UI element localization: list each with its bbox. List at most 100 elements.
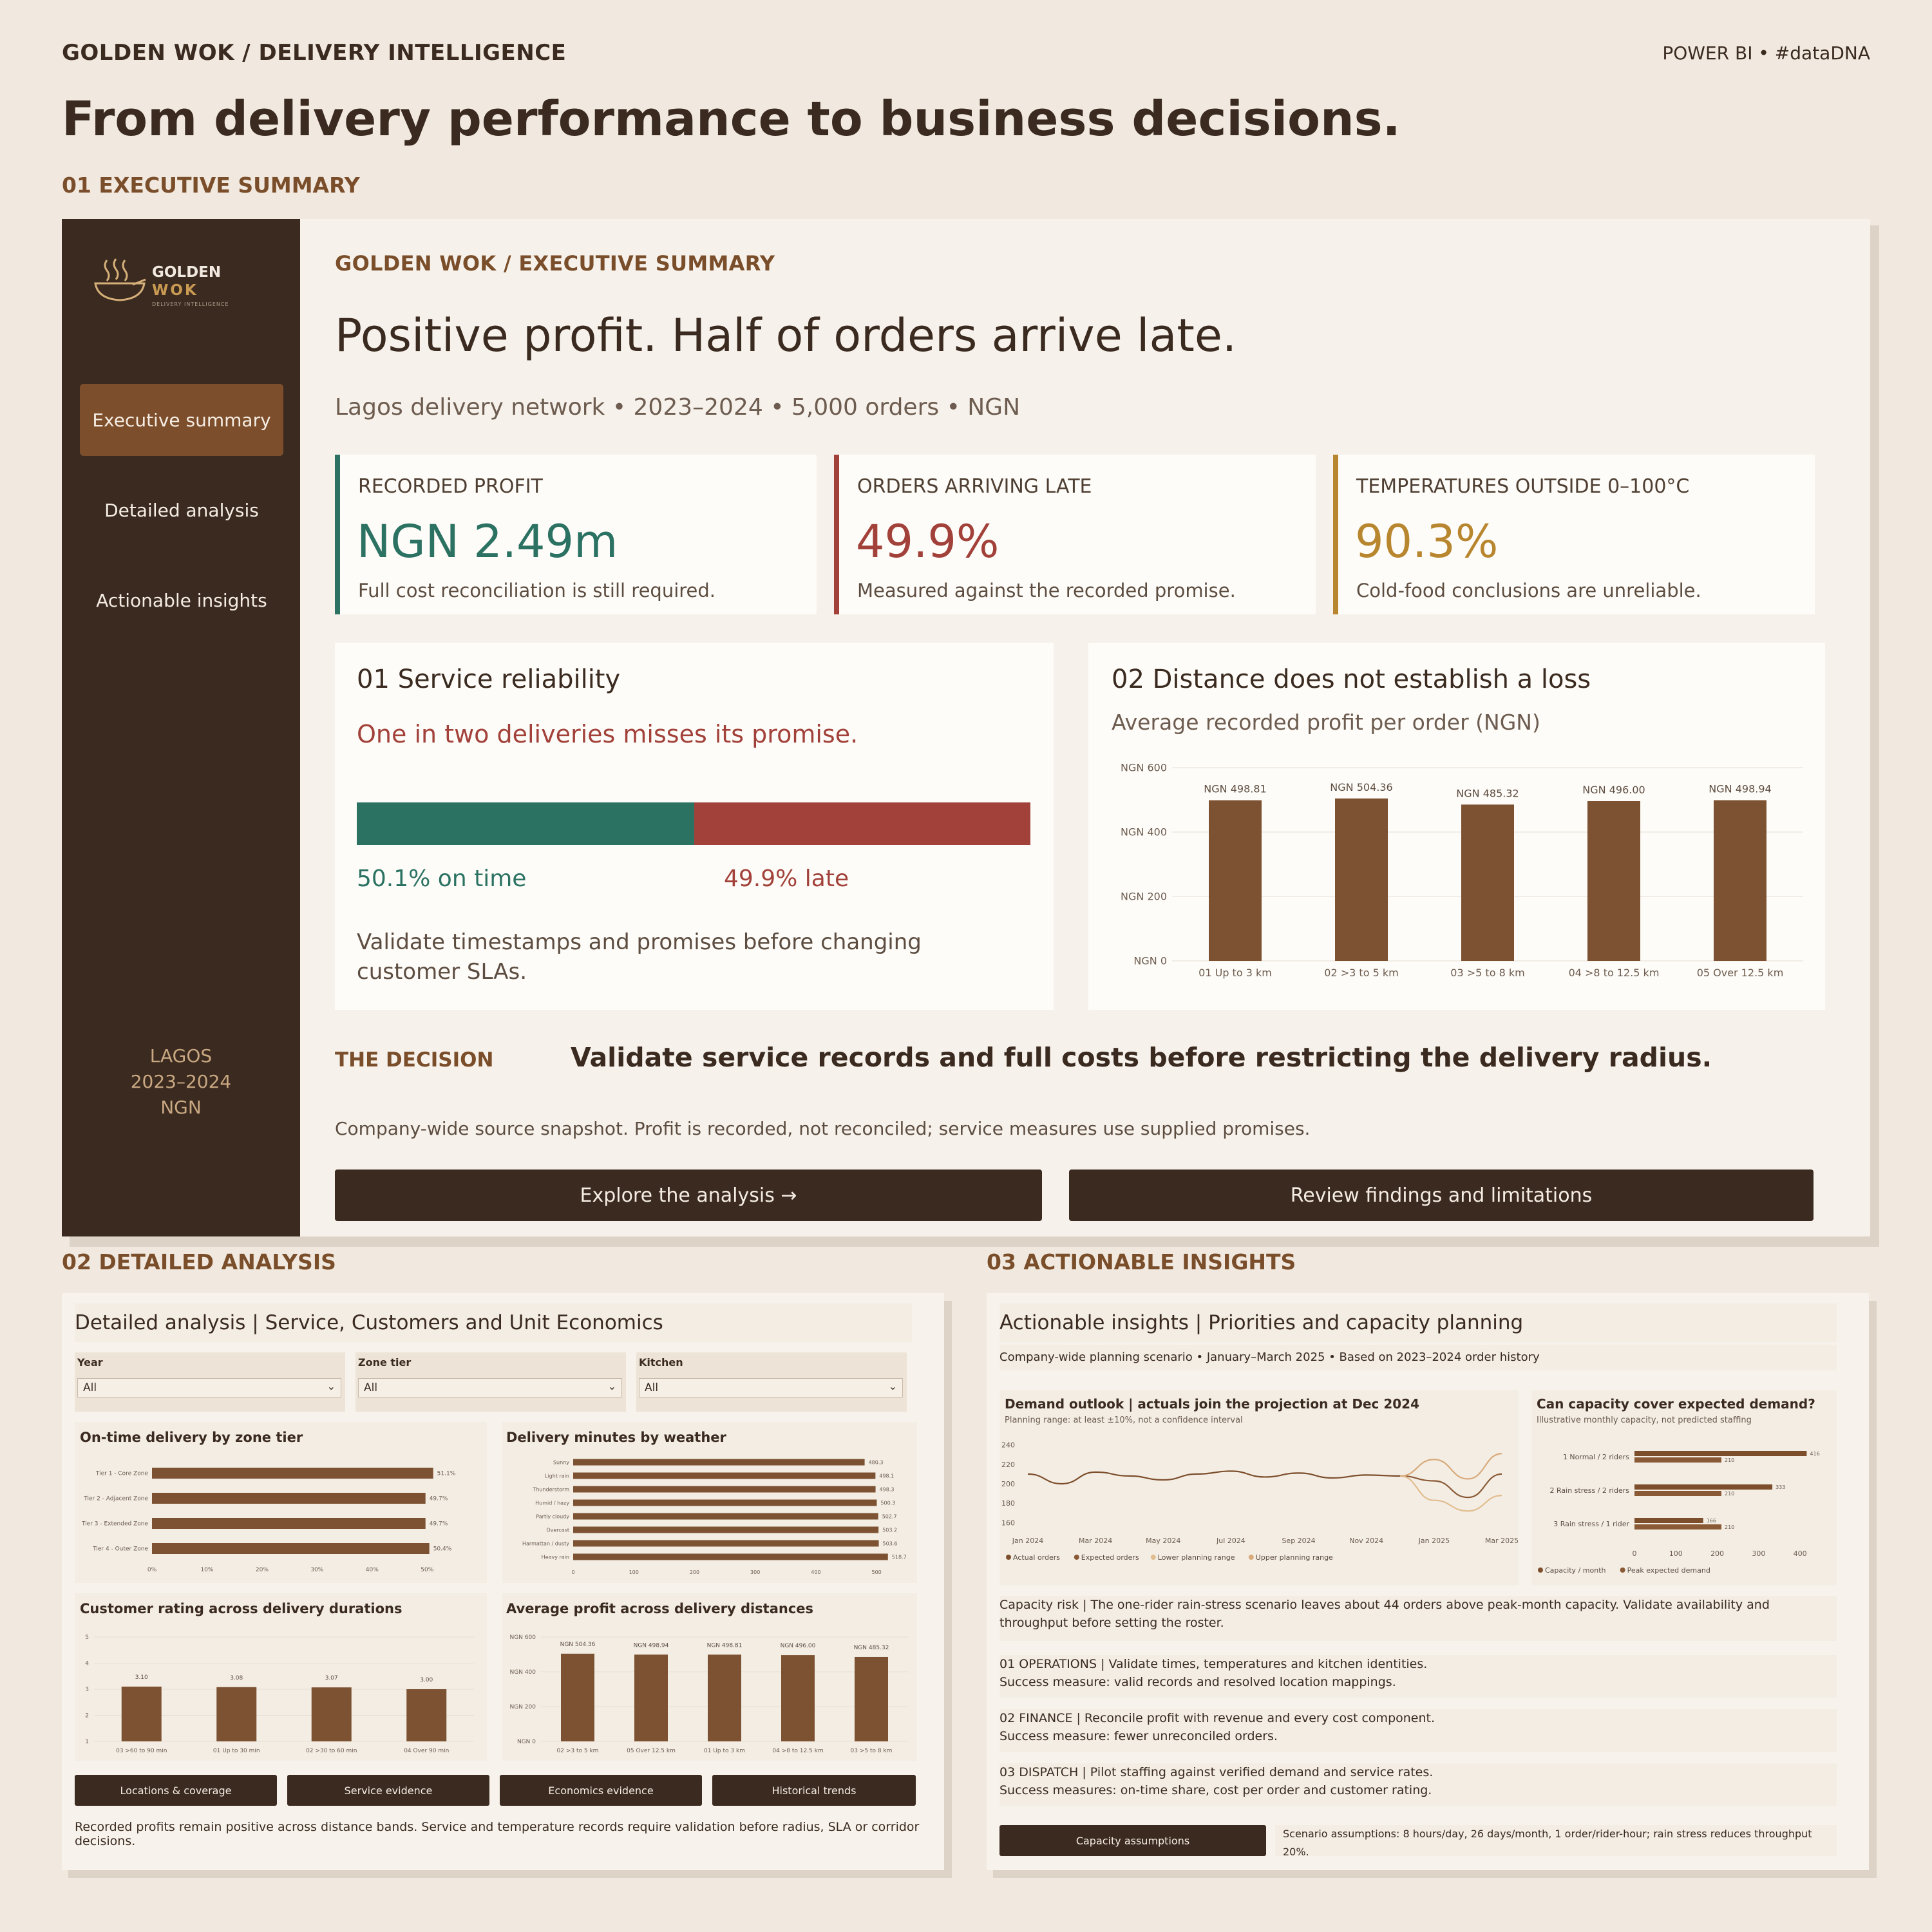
tile-profit-distance: Average profit across delivery distances…	[502, 1593, 917, 1761]
bar	[152, 1468, 433, 1479]
action-dispatch: 03 DISPATCH | Pilot staffing against ver…	[999, 1763, 1837, 1806]
bar	[573, 1526, 879, 1533]
x-tick-label: 500	[872, 1569, 882, 1575]
explore-analysis-button[interactable]: Explore the analysis →	[335, 1170, 1042, 1221]
bar	[708, 1654, 741, 1741]
scenario-assumptions-text: Scenario assumptions: 8 hours/day, 26 da…	[1275, 1825, 1837, 1858]
category-label: 3 Rain stress / 1 rider	[1553, 1520, 1629, 1528]
nav-executive-summary[interactable]: Executive summary	[80, 384, 283, 456]
x-tick-label: 04 Over 90 min	[404, 1748, 449, 1754]
category-label: Tier 3 - Extended Zone	[81, 1521, 148, 1528]
x-tick-label: 0	[571, 1569, 574, 1575]
detail-title: Detailed analysis | Service, Customers a…	[75, 1303, 912, 1342]
bar	[1634, 1457, 1721, 1463]
category-label: Tier 4 - Outer Zone	[92, 1546, 148, 1553]
category-label: Sunny	[553, 1460, 569, 1466]
service-evidence-button[interactable]: Service evidence	[287, 1775, 489, 1806]
page-headline: From delivery performance to business de…	[62, 91, 1401, 147]
data-label: 503.2	[882, 1528, 897, 1533]
exec-breadcrumb: GOLDEN WOK / EXECUTIVE SUMMARY	[335, 251, 775, 276]
locations-coverage-button[interactable]: Locations & coverage	[75, 1775, 277, 1806]
x-tick-label: 01 Up to 3 km	[1198, 967, 1272, 979]
nav-actionable-insights[interactable]: Actionable insights	[80, 564, 283, 636]
x-tick-label: 300	[1752, 1549, 1765, 1558]
distance-title: 02 Distance does not establish a loss	[1112, 665, 1591, 694]
y-tick-label: 3	[85, 1687, 89, 1693]
legend-swatch	[1538, 1567, 1543, 1573]
data-label: 50.4%	[433, 1546, 452, 1553]
distance-card: 02 Distance does not establish a loss Av…	[1088, 643, 1825, 1010]
sidebar-footer-city: LAGOS	[149, 1045, 213, 1066]
tile-title: Average profit across delivery distances	[506, 1601, 814, 1616]
section-label-detail: 02 DETAILED ANALYSIS	[62, 1249, 336, 1274]
bar	[634, 1654, 668, 1741]
y-tick-label: NGN 0	[517, 1739, 536, 1745]
data-label: 480.3	[869, 1460, 884, 1466]
slicer-zone-tier: Zone tier All ⌄	[355, 1352, 626, 1412]
data-label: 3.08	[230, 1675, 243, 1681]
category-label: Overcast	[546, 1528, 569, 1533]
review-findings-button[interactable]: Review findings and limitations	[1069, 1170, 1814, 1221]
kpi-note: Measured against the recorded promise.	[857, 580, 1236, 601]
insights-title: Actionable insights | Priorities and cap…	[999, 1303, 1837, 1342]
capacity-chart: 1 Normal / 2 riders 416 210 2 Rain stress /…	[1538, 1451, 1820, 1575]
x-tick-label: 0	[1633, 1549, 1637, 1558]
data-label: NGN 498.94	[634, 1642, 669, 1649]
slicer-year-dropdown[interactable]: All ⌄	[77, 1378, 341, 1397]
bar	[152, 1518, 426, 1529]
x-tick-label: 400	[811, 1569, 820, 1575]
bar	[1634, 1484, 1773, 1490]
capacity-assumptions-button[interactable]: Capacity assumptions	[999, 1825, 1266, 1856]
exec-summary-panel: GOLDEN WOK DELIVERY INTELLIGENCE Executi…	[62, 219, 1870, 1236]
tile-rating-duration: Customer rating across delivery duration…	[75, 1593, 487, 1761]
x-tick-label: 01 Up to 30 min	[213, 1748, 260, 1754]
tile-capacity: Can capacity cover expected demand? Illu…	[1531, 1390, 1837, 1586]
slicer-label: Year	[77, 1356, 103, 1368]
y-tick-label: 180	[1001, 1499, 1015, 1508]
slicer-zone-dropdown[interactable]: All ⌄	[358, 1378, 622, 1397]
historical-trends-button[interactable]: Historical trends	[712, 1775, 916, 1806]
y-tick-label: 4	[85, 1661, 89, 1667]
header-tag: POWER BI • #dataDNA	[1662, 43, 1870, 64]
x-tick-label: 300	[750, 1569, 760, 1575]
kpi-value: 90.3%	[1355, 515, 1499, 568]
sidebar: GOLDEN WOK DELIVERY INTELLIGENCE Executi…	[62, 219, 300, 1236]
legend-swatch	[1006, 1555, 1011, 1560]
detailed-analysis-panel: Detailed analysis | Service, Customers a…	[62, 1293, 944, 1870]
decision-text: Validate service records and full costs …	[571, 1042, 1712, 1073]
category-label: Humid / hazy	[535, 1501, 569, 1506]
on-time-segment	[357, 802, 695, 845]
category-label: Tier 1 - Core Zone	[95, 1471, 149, 1477]
sidebar-footer-years: 2023–2024	[130, 1071, 232, 1092]
x-tick-label: 50%	[421, 1567, 433, 1573]
y-tick-label: 5	[85, 1634, 89, 1641]
data-label: 166	[1707, 1518, 1716, 1524]
nav-detailed-analysis[interactable]: Detailed analysis	[80, 474, 283, 546]
data-label: 49.7%	[430, 1521, 448, 1528]
economics-evidence-button[interactable]: Economics evidence	[500, 1775, 702, 1806]
x-tick-label: 03 >5 to 8 km	[851, 1748, 893, 1754]
bar	[1587, 801, 1640, 961]
y-tick-label: 200	[1001, 1480, 1015, 1488]
action-operations: 01 OPERATIONS | Validate times, temperat…	[999, 1655, 1837, 1698]
data-label: 210	[1725, 1491, 1734, 1497]
distance-subtitle: Average recorded profit per order (NGN)	[1112, 710, 1540, 735]
bar	[855, 1656, 888, 1741]
detail-footer-text: Recorded profits remain positive across …	[75, 1820, 920, 1848]
data-label: 503.6	[883, 1541, 898, 1547]
section-label-exec: 01 EXECUTIVE SUMMARY	[62, 173, 360, 198]
chevron-down-icon: ⌄	[888, 1380, 897, 1392]
x-tick-label: 100	[629, 1569, 639, 1575]
reliability-split-bar	[357, 802, 1030, 845]
legend-swatch	[1248, 1555, 1254, 1560]
data-label: 502.7	[882, 1514, 897, 1520]
data-label: 210	[1725, 1457, 1734, 1463]
slicer-kitchen-dropdown[interactable]: All ⌄	[639, 1378, 903, 1397]
category-label: Light rain	[545, 1473, 569, 1479]
bar	[216, 1687, 257, 1741]
bar	[1634, 1491, 1721, 1496]
y-tick-label: 1	[85, 1739, 89, 1745]
kpi-label: ORDERS ARRIVING LATE	[857, 475, 1092, 498]
bar	[152, 1543, 430, 1554]
ontime-zone-chart: Tier 1 - Core Zone 51.1% Tier 2 - Adjacent…	[81, 1468, 456, 1573]
